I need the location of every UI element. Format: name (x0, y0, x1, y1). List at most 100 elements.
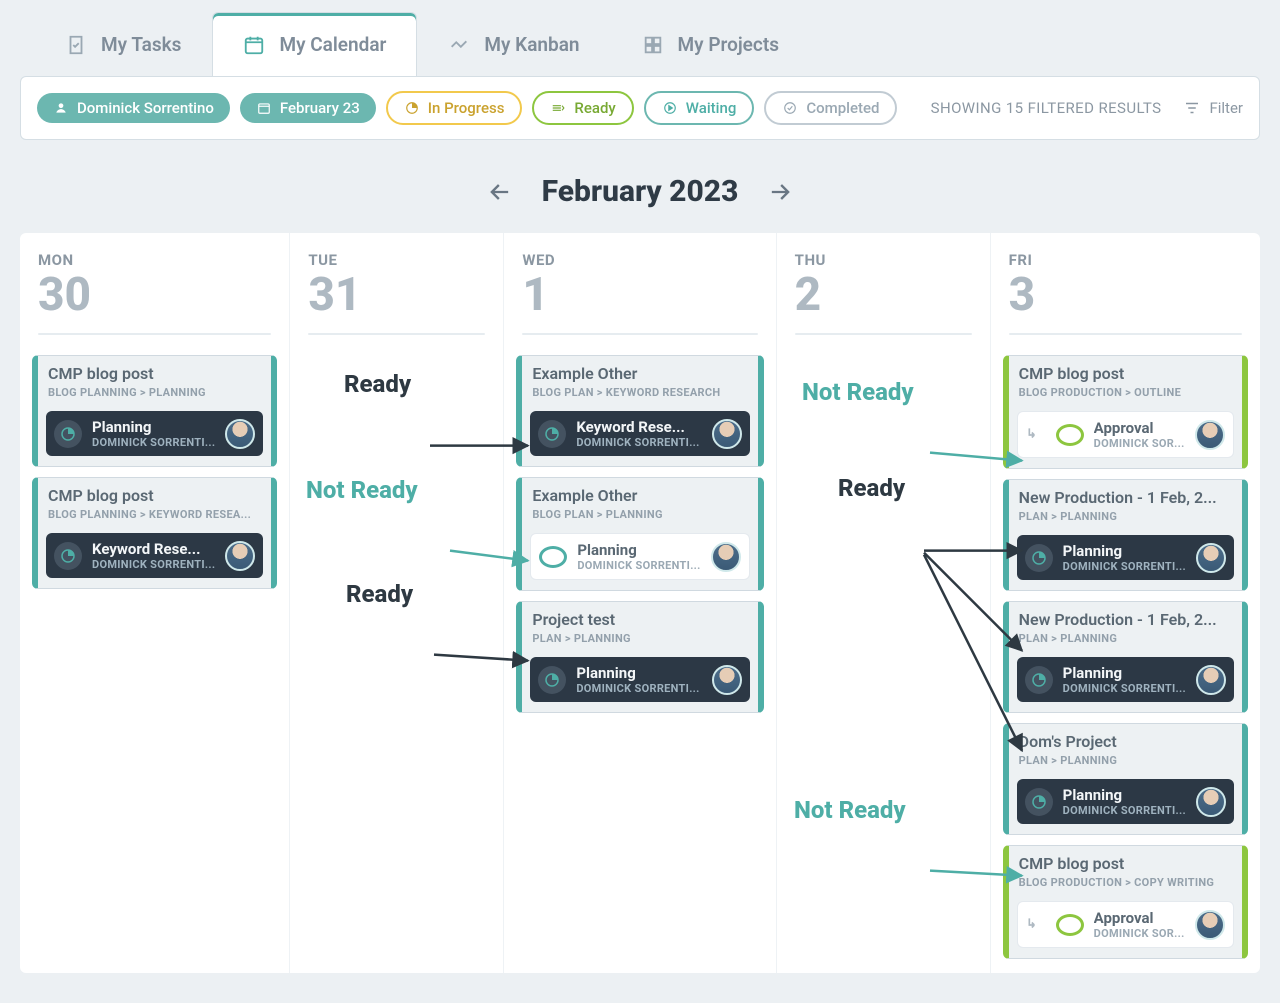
card-title: Example Other (532, 364, 747, 383)
task-card[interactable]: Project test PLAN > PLANNINGPlanning DOM… (516, 601, 763, 713)
assignee-avatar (712, 419, 742, 449)
task-card[interactable]: CMP blog post BLOG PRODUCTION > OUTLINE A… (1003, 355, 1248, 469)
assignee-avatar (1196, 787, 1226, 817)
task-assignee: DOMINICK SOR... (1094, 437, 1185, 450)
task-card[interactable]: CMP blog post BLOG PLANNING > PLANNING Pl… (32, 355, 277, 467)
card-breadcrumb: BLOG PRODUCTION > COPY WRITING (1019, 876, 1232, 889)
prev-month-button[interactable] (486, 178, 514, 206)
tab-label: My Calendar (279, 33, 386, 56)
assignee-avatar (225, 541, 255, 571)
tasks-icon (65, 34, 87, 56)
task-row[interactable]: Planning DOMINICK SORRENTI... (1017, 779, 1234, 824)
task-card[interactable]: New Production - 1 Feb, 2... PLAN > PLAN… (1003, 601, 1248, 713)
task-assignee: DOMINICK SOR... (1094, 927, 1185, 940)
filter-ready-pill[interactable]: Ready (532, 91, 633, 125)
assignee-avatar (1195, 420, 1225, 450)
waiting-icon (662, 100, 678, 116)
tab-my-projects[interactable]: My Projects (611, 12, 810, 76)
calendar-column: TUE 31 (289, 233, 503, 973)
task-assignee: DOMINICK SORRENTI... (1063, 804, 1186, 817)
task-name: Planning (1063, 664, 1186, 682)
day-header: WED 1 (504, 233, 775, 345)
card-breadcrumb: BLOG PRODUCTION > OUTLINE (1019, 386, 1232, 399)
card-title: New Production - 1 Feb, 2... (1019, 488, 1232, 507)
task-name: Planning (576, 664, 701, 682)
tab-my-calendar[interactable]: My Calendar (212, 12, 417, 76)
status-inprogress-icon (538, 666, 566, 694)
task-card[interactable]: CMP blog post BLOG PLANNING > KEYWORD RE… (32, 477, 277, 589)
status-inprogress-icon (1025, 666, 1053, 694)
task-assignee: DOMINICK SORRENTI... (576, 436, 701, 449)
tab-label: My Tasks (101, 33, 181, 56)
status-inprogress-icon (54, 420, 82, 448)
card-breadcrumb: BLOG PLANNING > PLANNING (48, 386, 261, 399)
day-header: THU 2 (777, 233, 990, 345)
task-row[interactable]: Approval DOMINICK SOR... (1017, 411, 1234, 458)
filter-completed-pill[interactable]: Completed (764, 91, 897, 125)
task-name: Planning (92, 418, 215, 436)
card-title: CMP blog post (1019, 364, 1232, 383)
task-assignee: DOMINICK SORRENTI... (577, 559, 700, 572)
task-name: Planning (577, 541, 700, 559)
status-pending-icon (1056, 914, 1084, 936)
card-breadcrumb: BLOG PLAN > KEYWORD RESEARCH (532, 386, 747, 399)
tab-my-tasks[interactable]: My Tasks (34, 12, 212, 76)
assignee-avatar (1196, 665, 1226, 695)
pill-label: February 23 (280, 99, 360, 117)
filter-date-pill[interactable]: February 23 (240, 93, 376, 123)
next-month-button[interactable] (766, 178, 794, 206)
task-card[interactable]: CMP blog post BLOG PRODUCTION > COPY WRI… (1003, 845, 1248, 959)
calendar-column: THU 2 (776, 233, 990, 973)
task-card[interactable]: Example Other BLOG PLAN > PLANNINGPlanni… (516, 477, 763, 591)
task-name: Approval (1094, 909, 1185, 927)
tab-label: My Projects (678, 33, 779, 56)
task-row[interactable]: Planning DOMINICK SORRENTI... (46, 411, 263, 456)
assignee-avatar (225, 419, 255, 449)
calendar-column: WED 1 Example Other BLOG PLAN > KEYWORD … (503, 233, 775, 973)
task-card[interactable]: Example Other BLOG PLAN > KEYWORD RESEAR… (516, 355, 763, 467)
top-tabs: My Tasks My Calendar My Kanban My Projec… (0, 0, 1280, 76)
task-row[interactable]: Keyword Rese... DOMINICK SORRENTI... (46, 533, 263, 578)
assignee-avatar (711, 542, 741, 572)
card-title: Project test (532, 610, 747, 629)
card-title: CMP blog post (48, 364, 261, 383)
card-breadcrumb: PLAN > PLANNING (1019, 510, 1232, 523)
dependency-icon (1026, 915, 1046, 935)
day-header: MON 30 (20, 233, 289, 345)
status-pending-icon (1056, 424, 1084, 446)
assignee-avatar (1195, 910, 1225, 940)
calendar-column: FRI 3 CMP blog post BLOG PRODUCTION > OU… (990, 233, 1260, 973)
task-card[interactable]: Dom's Project PLAN > PLANNINGPlanning DO… (1003, 723, 1248, 835)
task-row[interactable]: Planning DOMINICK SORRENTI... (1017, 535, 1234, 580)
task-card[interactable]: New Production - 1 Feb, 2... PLAN > PLAN… (1003, 479, 1248, 591)
tab-label: My Kanban (484, 33, 579, 56)
day-of-week: TUE (308, 251, 485, 269)
task-name: Planning (1063, 786, 1186, 804)
filter-user-pill[interactable]: Dominick Sorrentino (37, 93, 230, 123)
status-pending-icon (539, 546, 567, 568)
dependency-icon (1026, 425, 1046, 445)
task-name: Planning (1063, 542, 1186, 560)
projects-icon (642, 34, 664, 56)
status-inprogress-icon (1025, 544, 1053, 572)
calendar-column: MON 30 CMP blog post BLOG PLANNING > PLA… (20, 233, 289, 973)
day-divider (795, 333, 972, 335)
task-row[interactable]: Planning DOMINICK SORRENTI... (1017, 657, 1234, 702)
pill-label: Completed (806, 99, 879, 117)
tab-my-kanban[interactable]: My Kanban (417, 12, 610, 76)
task-row[interactable]: Planning DOMINICK SORRENTI... (530, 657, 749, 702)
task-row[interactable]: Approval DOMINICK SOR... (1017, 901, 1234, 948)
task-row[interactable]: Keyword Rese... DOMINICK SORRENTI... (530, 411, 749, 456)
month-title: February 2023 (542, 174, 739, 209)
filter-waiting-pill[interactable]: Waiting (644, 91, 755, 125)
day-number: 3 (1009, 271, 1242, 319)
card-title: New Production - 1 Feb, 2... (1019, 610, 1232, 629)
day-of-week: WED (522, 251, 757, 269)
card-breadcrumb: BLOG PLAN > PLANNING (532, 508, 747, 521)
calendar-small-icon (256, 100, 272, 116)
task-row[interactable]: Planning DOMINICK SORRENTI... (530, 533, 749, 580)
task-assignee: DOMINICK SORRENTI... (576, 682, 701, 695)
filter-button[interactable]: Filter (1183, 99, 1243, 117)
day-header: FRI 3 (991, 233, 1260, 345)
filter-inprogress-pill[interactable]: In Progress (386, 91, 523, 125)
